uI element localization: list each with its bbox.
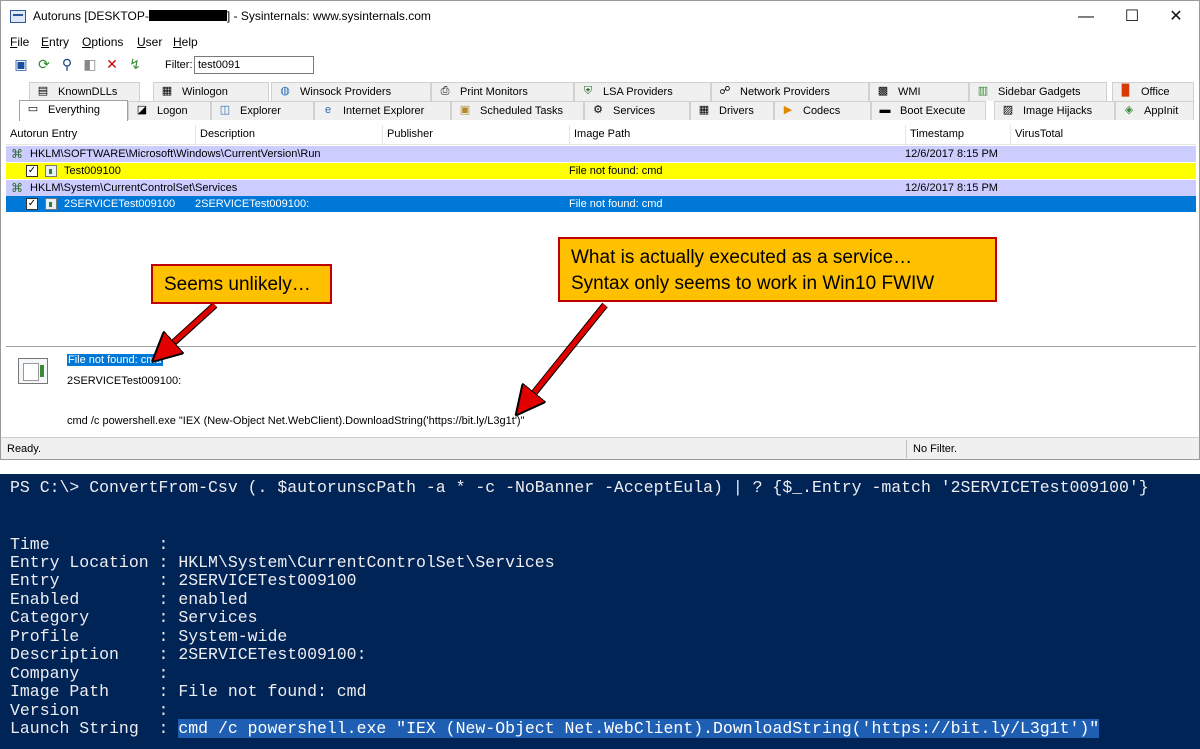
powershell-console[interactable]: PS C:\> ConvertFrom-Csv (. $autorunscPat…: [0, 474, 1200, 749]
console-field-description: Description : 2SERVICETest009100:: [10, 645, 367, 664]
launch-string-highlight[interactable]: cmd /c powershell.exe "IEX (New-Object N…: [178, 719, 1100, 738]
console-field-enabled: Enabled : enabled: [10, 590, 248, 609]
callout-right-line1: What is actually executed as a service…: [571, 247, 913, 268]
callout-left-text: Seems unlikely…: [164, 274, 311, 295]
console-command: PS C:\> ConvertFrom-Csv (. $autorunscPat…: [10, 478, 1149, 497]
callout-executed-as-service: What is actually executed as a service… …: [558, 237, 997, 302]
everything-icon: ▭: [27, 103, 39, 115]
console-field-category: Category : Services: [10, 608, 258, 627]
callout-right-line2: Syntax only seems to work in Win10 FWIW: [571, 273, 935, 294]
arrow-left: [163, 303, 217, 352]
arrow-right: [525, 303, 607, 404]
console-field-entry-location: Entry Location : HKLM\System\CurrentCont…: [10, 553, 555, 572]
annotation-arrows: [0, 302, 608, 460]
console-field-company: Company :: [10, 664, 179, 683]
callout-seems-unlikely: Seems unlikely…: [151, 264, 332, 304]
tab-everything[interactable]: ▭ Everything: [19, 100, 128, 121]
console-field-version: Version :: [10, 701, 179, 720]
console-field-launch-string: Launch String : cmd /c powershell.exe "I…: [10, 719, 1100, 738]
console-field-time: Time :: [10, 535, 179, 554]
console-field-profile: Profile : System-wide: [10, 627, 288, 646]
console-field-image-path: Image Path : File not found: cmd: [10, 682, 367, 701]
console-field-entry: Entry : 2SERVICETest009100: [10, 571, 357, 590]
